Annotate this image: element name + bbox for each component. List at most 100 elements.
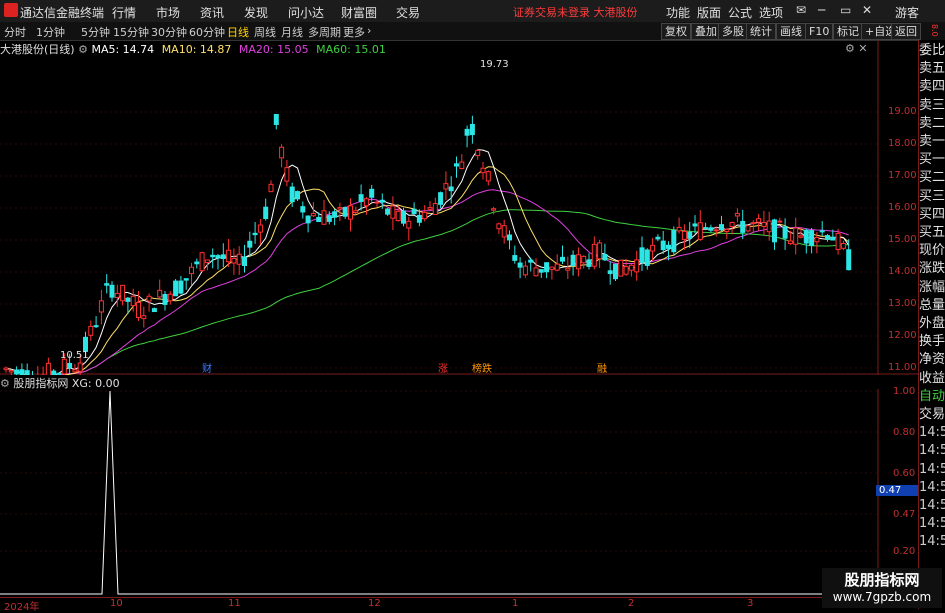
back-button[interactable]: 返回: [891, 23, 921, 40]
event-marker-margin[interactable]: 融: [597, 360, 607, 375]
candle-body: [141, 315, 147, 320]
restore-icon[interactable]: ▭: [840, 3, 851, 17]
stats-button[interactable]: 统计: [746, 23, 776, 40]
candle-body: [353, 210, 359, 214]
candle-body: [491, 208, 497, 211]
period-more[interactable]: 更多: [343, 24, 365, 40]
watermark-title: 股朋指标网: [844, 571, 920, 589]
indicator-chart[interactable]: [0, 389, 918, 597]
candle-body: [289, 186, 295, 203]
candle-body: [570, 254, 576, 266]
candle-body: [607, 270, 613, 275]
candle-body: [199, 252, 205, 272]
candle-body: [406, 220, 412, 229]
multi-stock-button[interactable]: 多股: [718, 23, 748, 40]
candle-body: [120, 284, 126, 302]
candle-body: [793, 227, 799, 245]
candle-body: [432, 203, 438, 215]
candle-body: [772, 219, 777, 243]
sub-y-tick-label: 0.47: [893, 509, 916, 520]
sub-y-tick-label: 0.60: [893, 468, 916, 479]
minimize-icon[interactable]: ─: [818, 3, 825, 17]
menu-item-layout[interactable]: 版面: [697, 4, 721, 21]
event-marker-finance[interactable]: 财: [202, 360, 212, 375]
period-monthly[interactable]: 月线: [281, 24, 303, 40]
candle-body: [480, 167, 486, 174]
menu-item-options[interactable]: 选项: [759, 4, 783, 21]
menu-item-trade[interactable]: 交易: [396, 4, 420, 21]
candle-body: [687, 231, 693, 239]
mail-icon[interactable]: ✉: [796, 3, 806, 17]
candle-body: [332, 211, 338, 218]
f10-button[interactable]: F10: [805, 23, 834, 40]
period-tick[interactable]: 分时: [4, 24, 26, 40]
menu-item-ask[interactable]: 问小达: [288, 4, 324, 21]
user-label[interactable]: 游客: [895, 4, 919, 21]
side-panel-item[interactable]: 14:56: [919, 531, 945, 553]
candle-body: [263, 206, 269, 220]
period-multi[interactable]: 多周期: [308, 24, 341, 40]
y-tick-label: 17.00: [888, 170, 917, 181]
menu-item-market[interactable]: 市场: [156, 4, 180, 21]
adjust-button[interactable]: 复权: [661, 23, 691, 40]
candlestick-chart[interactable]: [0, 40, 918, 375]
period-daily[interactable]: 日线: [227, 24, 249, 40]
candle-body: [348, 205, 353, 220]
candle-body: [565, 267, 571, 271]
period-5min[interactable]: 5分钟: [81, 24, 110, 40]
period-weekly[interactable]: 周线: [254, 24, 276, 40]
candle-body: [279, 146, 285, 159]
candle-body: [798, 235, 804, 238]
candle-body: [374, 201, 380, 204]
candle-body: [342, 206, 348, 217]
period-60min[interactable]: 60分钟: [189, 24, 225, 40]
candle-body: [390, 205, 396, 219]
menu-bar: 通达信金融终端 行情 市场 资讯 发现 问小达 财富圈 交易 证券交易未登录 大…: [0, 0, 945, 23]
candle-body: [427, 207, 433, 210]
candle-body: [220, 254, 226, 260]
candle-body: [522, 265, 528, 276]
candle-body: [814, 236, 820, 243]
candle-body: [713, 229, 719, 232]
candle-body: [114, 292, 120, 298]
mark-button[interactable]: 标记: [833, 23, 863, 40]
draw-line-button[interactable]: 画线: [776, 23, 806, 40]
chevron-right-icon[interactable]: ›: [367, 24, 371, 37]
period-toolbar: 分时 1分钟 5分钟 15分钟 30分钟 60分钟 日线 周线 月线 多周期 更…: [0, 22, 945, 41]
trade-login-notice[interactable]: 证券交易未登录 大港股份: [513, 4, 638, 20]
menu-item-wealth[interactable]: 财富圈: [341, 4, 377, 21]
candle-body: [787, 240, 793, 245]
candle-body: [8, 370, 14, 373]
menu-item-news[interactable]: 资讯: [200, 4, 224, 21]
candle-body: [146, 295, 152, 302]
candle-body: [242, 256, 247, 267]
menu-item-function[interactable]: 功能: [666, 4, 690, 21]
candle-body: [846, 249, 852, 271]
candle-body: [448, 186, 454, 192]
period-15min[interactable]: 15分钟: [113, 24, 149, 40]
moving-average-line: [5, 166, 850, 375]
candle-body: [130, 295, 136, 307]
sub-y-tick-label: 0.20: [893, 546, 916, 557]
candle-body: [157, 289, 163, 298]
candle-body: [151, 308, 157, 313]
period-30min[interactable]: 30分钟: [151, 24, 187, 40]
menu-item-discover[interactable]: 发现: [244, 4, 268, 21]
menu-item-quotes[interactable]: 行情: [112, 4, 136, 21]
candle-body: [618, 259, 624, 277]
candle-body: [14, 369, 20, 375]
candle-body: [109, 284, 115, 298]
y-tick-label: 12.00: [888, 330, 917, 341]
candle-body: [830, 236, 836, 241]
event-marker-up[interactable]: 涨: [438, 360, 448, 375]
period-1min[interactable]: 1分钟: [36, 24, 65, 40]
event-marker-rank[interactable]: 榜跌: [472, 360, 492, 375]
close-icon[interactable]: ✕: [862, 3, 872, 17]
candle-body: [766, 220, 772, 233]
overlay-button[interactable]: 叠加: [691, 23, 721, 40]
candle-body: [501, 225, 507, 238]
candle-body: [623, 266, 629, 275]
candle-body: [183, 278, 189, 281]
candle-body: [247, 240, 253, 248]
menu-item-formula[interactable]: 公式: [728, 4, 752, 21]
